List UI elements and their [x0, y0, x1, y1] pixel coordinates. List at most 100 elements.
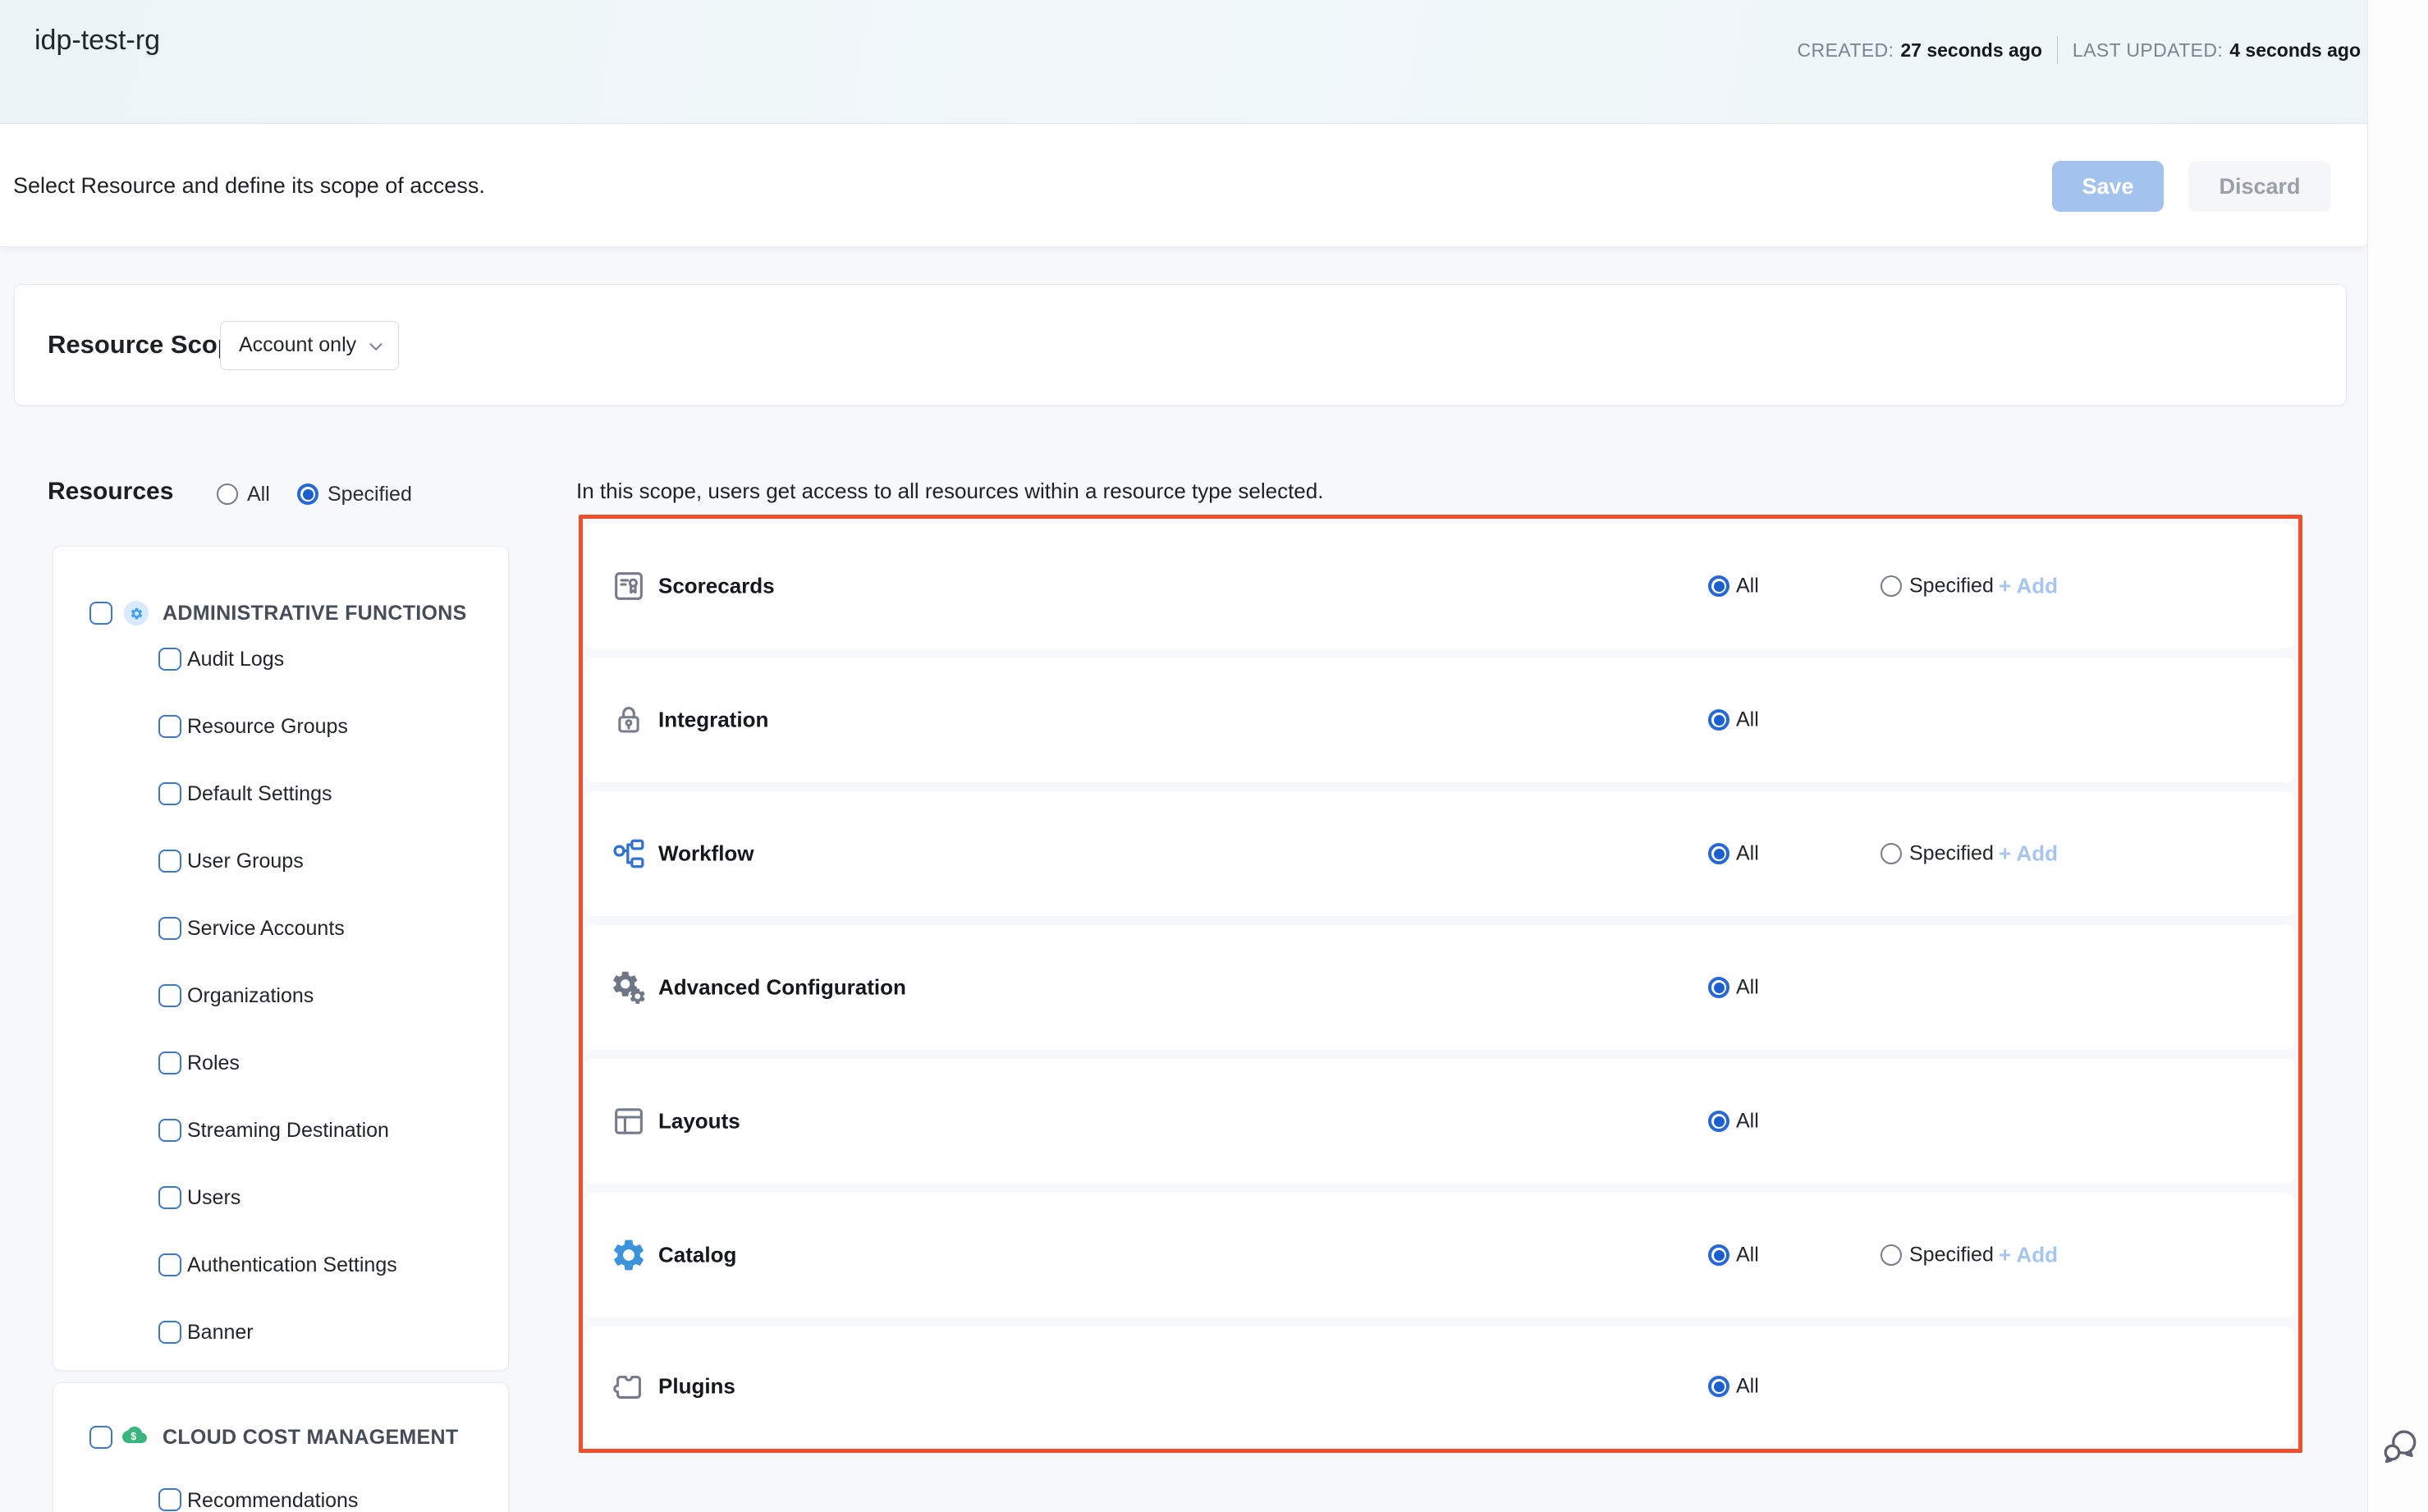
resource-type-row-workflow: Workflow All Specified + Add: [585, 791, 2294, 916]
specified-radio[interactable]: [1881, 1244, 1902, 1266]
all-radio[interactable]: [1708, 843, 1729, 864]
resource-type-label: Catalog: [658, 1243, 736, 1268]
item-checkbox[interactable]: [158, 1488, 181, 1511]
specified-radio-label[interactable]: Specified: [1909, 575, 1994, 598]
item-checkbox[interactable]: [158, 1321, 181, 1344]
resource-scope-dropdown[interactable]: Account only: [220, 321, 399, 370]
list-item: Users: [187, 1185, 241, 1210]
all-radio-label[interactable]: All: [1736, 575, 1759, 598]
page-title: idp-test-rg: [34, 25, 160, 57]
all-radio[interactable]: [1708, 709, 1729, 731]
resource-group-card-ccm: $ CLOUD COST MANAGEMENT Recommendations: [53, 1382, 509, 1512]
all-radio-label[interactable]: All: [1736, 1110, 1759, 1134]
all-radio[interactable]: [1708, 1244, 1729, 1266]
all-radio-label[interactable]: All: [1736, 708, 1759, 732]
all-radio-label[interactable]: All: [1736, 976, 1759, 1000]
specified-radio[interactable]: [1881, 843, 1902, 864]
cloud-dollar-badge-icon: $: [122, 1423, 147, 1447]
svg-text:$: $: [131, 1431, 136, 1442]
list-item: Recommendations: [187, 1488, 358, 1512]
resources-specified-radio[interactable]: [297, 483, 318, 505]
list-item: Default Settings: [187, 781, 332, 806]
list-item: Streaming Destination: [187, 1118, 389, 1143]
all-radio[interactable]: [1708, 1376, 1729, 1397]
app-window: idp-test-rg CREATED: 27 seconds ago LAST …: [0, 0, 2367, 1512]
specified-radio-label[interactable]: Specified: [1909, 1244, 1994, 1267]
item-checkbox[interactable]: [158, 1253, 181, 1276]
page: idp-test-rg CREATED: 27 seconds ago LAST …: [0, 0, 2428, 1512]
page-gutter: [2367, 0, 2428, 1512]
group-title: ADMINISTRATIVE FUNCTIONS: [163, 601, 467, 625]
admin-gear-badge-icon: [124, 601, 149, 625]
resource-type-label: Layouts: [658, 1109, 740, 1134]
list-item: Resource Groups: [187, 714, 348, 739]
item-checkbox[interactable]: [158, 984, 181, 1007]
item-checkbox[interactable]: [158, 1052, 181, 1074]
item-checkbox[interactable]: [158, 917, 181, 940]
scope-instruction: In this scope, users get access to all r…: [576, 479, 1323, 504]
layout-icon: [610, 1102, 648, 1140]
resource-type-row-plugins: Plugins All: [585, 1326, 2294, 1446]
item-checkbox[interactable]: [158, 782, 181, 805]
item-checkbox[interactable]: [158, 715, 181, 738]
discard-button[interactable]: Discard: [2188, 161, 2331, 212]
catalog-gear-icon: [610, 1236, 648, 1274]
resource-group-card-administrative: ADMINISTRATIVE FUNCTIONS Audit Logs Reso…: [53, 546, 509, 1371]
save-button[interactable]: Save: [2052, 161, 2164, 212]
meta-info: CREATED: 27 seconds ago LAST UPDATED: 4 se…: [1798, 36, 2361, 64]
created-info: CREATED: 27 seconds ago: [1798, 39, 2042, 62]
all-radio[interactable]: [1708, 1111, 1729, 1132]
item-checkbox[interactable]: [158, 648, 181, 671]
list-item: Organizations: [187, 983, 314, 1008]
updated-value: 4 seconds ago: [2229, 39, 2361, 61]
list-item: Audit Logs: [187, 647, 284, 671]
resource-type-label: Plugins: [658, 1374, 735, 1400]
resources-all-label[interactable]: All: [247, 483, 270, 506]
gears-icon: [610, 969, 648, 1006]
item-checkbox[interactable]: [158, 850, 181, 873]
list-item: Roles: [187, 1051, 240, 1075]
resource-type-label: Workflow: [658, 841, 754, 867]
chat-support-icon[interactable]: [2379, 1426, 2421, 1468]
resource-type-row-integration: Integration All: [585, 657, 2294, 782]
meta-divider: [2057, 36, 2058, 64]
all-radio[interactable]: [1708, 575, 1729, 597]
all-radio-label[interactable]: All: [1736, 842, 1759, 866]
created-label: CREATED:: [1798, 39, 1894, 61]
all-radio[interactable]: [1708, 977, 1729, 998]
resource-type-row-advanced-configuration: Advanced Configuration All: [585, 925, 2294, 1050]
resource-type-row-scorecards: Scorecards All Specified + Add: [585, 524, 2294, 648]
workflow-icon: [610, 835, 648, 873]
specified-radio[interactable]: [1881, 575, 1902, 597]
resource-type-label: Advanced Configuration: [658, 975, 906, 1001]
all-radio-label[interactable]: All: [1736, 1375, 1759, 1399]
resource-type-label: Integration: [658, 708, 768, 733]
chevron-down-icon: [365, 336, 387, 357]
group-title: CLOUD COST MANAGEMENT: [163, 1425, 458, 1450]
puzzle-icon: [610, 1368, 648, 1405]
list-item: Authentication Settings: [187, 1253, 397, 1277]
page-header: idp-test-rg CREATED: 27 seconds ago LAST …: [0, 0, 2367, 124]
list-item: Service Accounts: [187, 916, 345, 941]
all-radio-label[interactable]: All: [1736, 1244, 1759, 1267]
resource-type-label: Scorecards: [658, 574, 775, 599]
updated-info: LAST UPDATED: 4 seconds ago: [2073, 39, 2361, 62]
add-button[interactable]: + Add: [1999, 841, 2058, 867]
resources-specified-label[interactable]: Specified: [328, 483, 412, 506]
add-button[interactable]: + Add: [1999, 1243, 2058, 1268]
item-checkbox[interactable]: [158, 1119, 181, 1142]
specified-radio-label[interactable]: Specified: [1909, 842, 1994, 866]
resource-scope-card: Resource Scope Account only: [14, 284, 2347, 405]
resource-type-row-layouts: Layouts All: [585, 1059, 2294, 1184]
item-checkbox[interactable]: [158, 1186, 181, 1209]
created-value: 27 seconds ago: [1900, 39, 2042, 61]
group-checkbox[interactable]: [89, 602, 112, 625]
group-checkbox[interactable]: [89, 1426, 112, 1449]
resources-title: Resources: [48, 478, 173, 506]
scorecard-icon: [610, 567, 648, 605]
list-item: Banner: [187, 1320, 254, 1345]
resources-all-radio[interactable]: [217, 483, 238, 505]
list-item: User Groups: [187, 849, 304, 873]
updated-label: LAST UPDATED:: [2073, 39, 2223, 61]
add-button[interactable]: + Add: [1999, 574, 2058, 599]
